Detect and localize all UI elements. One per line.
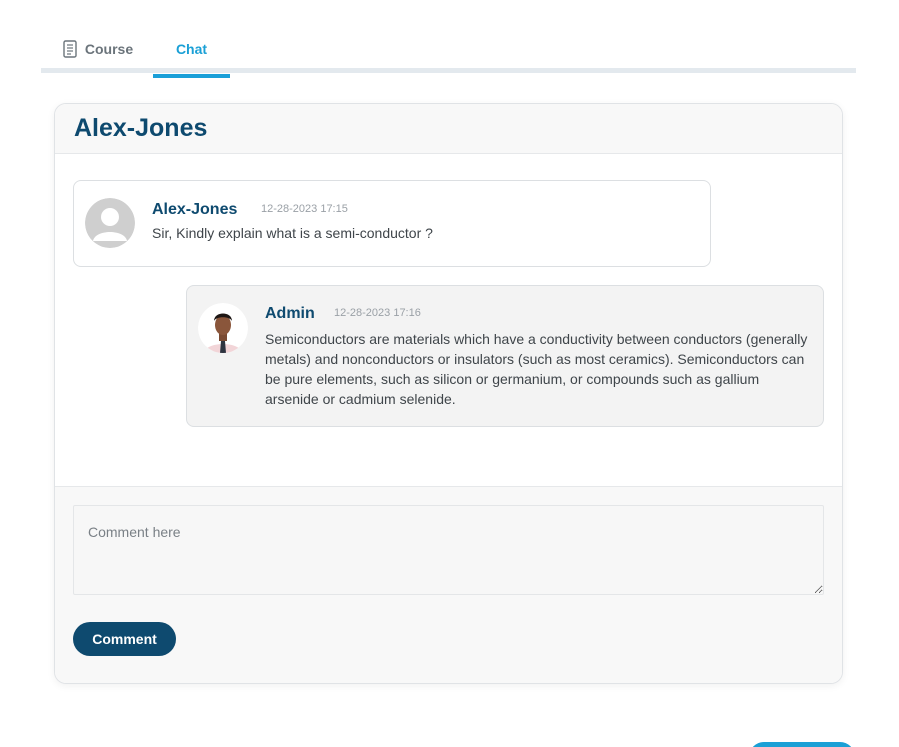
document-icon	[63, 39, 77, 58]
tab-course-label: Course	[84, 40, 134, 57]
message-timestamp: 12-28-2023 17:15	[261, 203, 348, 215]
admin-photo-avatar	[198, 303, 248, 353]
chat-message-admin: Admin 12-28-2023 17:16 Semiconductors ar…	[186, 285, 824, 427]
chat-card: Alex-Jones Alex-Jones 12-28-2023 17:15 S…	[54, 103, 843, 684]
tab-chat-label: Chat	[175, 40, 208, 57]
chat-message-user: Alex-Jones 12-28-2023 17:15 Sir, Kindly …	[73, 180, 711, 267]
default-avatar-icon	[85, 198, 135, 248]
chat-title: Alex-Jones	[74, 114, 208, 142]
comment-button[interactable]: Comment	[73, 622, 176, 656]
partial-action-button[interactable]	[749, 742, 855, 747]
tab-course[interactable]: Course	[62, 24, 134, 73]
message-text: Semiconductors are materials which have …	[265, 331, 808, 407]
comment-section: Comment	[55, 486, 842, 683]
message-timestamp: 12-28-2023 17:16	[334, 307, 421, 319]
comment-input[interactable]	[73, 505, 824, 595]
message-text: Sir, Kindly explain what is a semi-condu…	[152, 225, 433, 241]
tab-chat[interactable]: Chat	[153, 24, 230, 78]
message-author: Admin	[265, 305, 315, 322]
chat-header: Alex-Jones	[55, 104, 842, 154]
message-author: Alex-Jones	[152, 201, 238, 218]
tab-bar: Course Chat	[41, 24, 856, 78]
